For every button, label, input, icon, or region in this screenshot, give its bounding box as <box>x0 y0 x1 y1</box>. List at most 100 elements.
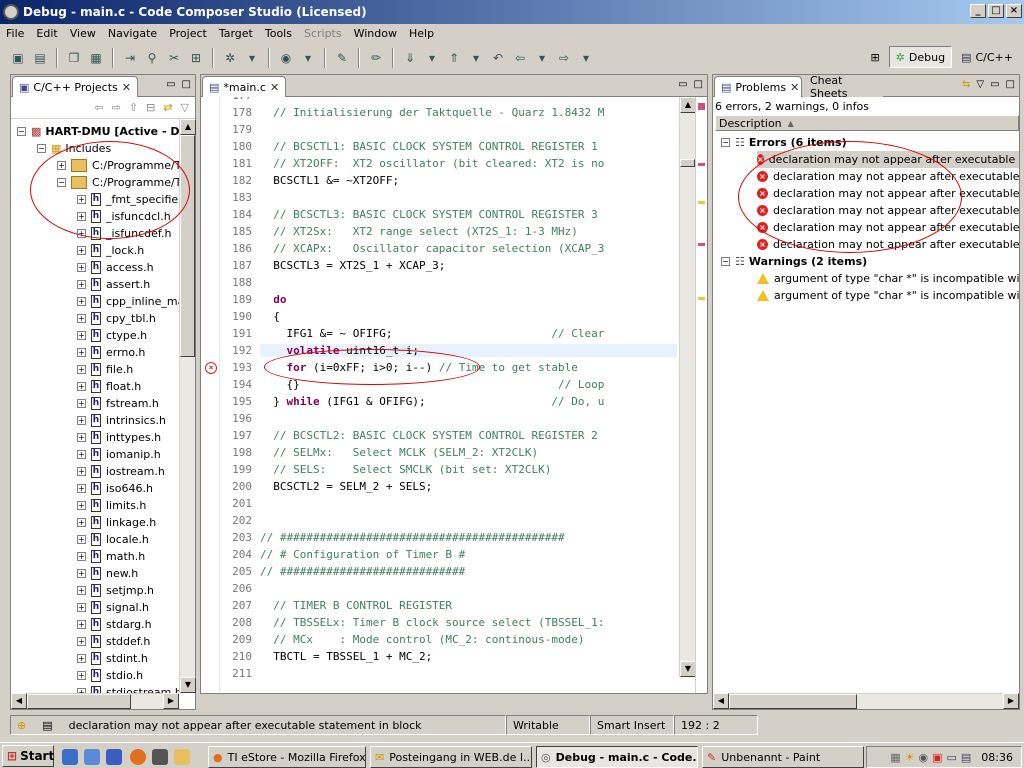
dropdown-icon[interactable]: ▾ <box>576 48 596 68</box>
header-file-node[interactable]: + h setjmp.h <box>77 582 154 599</box>
copy-icon[interactable]: ❐ <box>64 48 84 68</box>
header-file-node[interactable]: + h locale.h <box>77 531 149 548</box>
annotation-gutter[interactable]: × <box>201 97 220 693</box>
header-file-node[interactable]: + h iomanip.h <box>77 446 161 463</box>
header-file-node[interactable]: + h linkage.h <box>77 514 156 531</box>
menu-project[interactable]: Project <box>163 27 213 40</box>
code-line[interactable]: BCSCTL3 = XT2S_1 + XCAP_3; <box>260 259 445 272</box>
close-button[interactable]: × <box>1006 4 1022 18</box>
forward-icon[interactable]: ⇨ <box>554 48 574 68</box>
code-line[interactable]: // XT2Sx: XT2 range select (XT2S_1: 1-3 … <box>260 225 578 238</box>
collapse-toggle[interactable]: − <box>37 144 46 153</box>
expand-toggle[interactable]: + <box>77 671 86 680</box>
menu-window[interactable]: Window <box>348 27 403 40</box>
header-file-node[interactable]: + h float.h <box>77 378 141 395</box>
header-file-node[interactable]: + h ctype.h <box>77 327 147 344</box>
scroll-up-arrow[interactable]: ▲ <box>680 97 696 113</box>
expand-toggle[interactable]: + <box>77 195 86 204</box>
paste-icon[interactable]: ▦ <box>86 48 106 68</box>
task-webde[interactable]: ✉ Posteingang in WEB.de I... <box>370 746 532 768</box>
error-row[interactable]: × declaration may not appear after execut… <box>757 219 1019 236</box>
expand-toggle[interactable]: + <box>77 382 86 391</box>
editor-vscroll[interactable]: ▲ ▼ <box>679 97 696 677</box>
header-file-node[interactable]: + h _isfuncdcl.h <box>77 208 171 225</box>
start-button[interactable]: ⊞ Start <box>2 744 54 767</box>
code-line[interactable]: // XT2OFF: XT2 oscillator (bit cleared: … <box>260 157 604 170</box>
menu-view[interactable]: View <box>64 27 102 40</box>
column-header-description[interactable]: Description ▲ <box>715 115 1019 131</box>
error-row[interactable]: × declaration may not appear after execut… <box>757 168 1019 185</box>
overview-warning-marker[interactable] <box>698 201 705 204</box>
expand-toggle[interactable]: + <box>77 433 86 442</box>
maximize-icon[interactable]: □ <box>1006 79 1015 90</box>
scroll-up-arrow[interactable]: ▲ <box>180 119 196 135</box>
expand-toggle[interactable]: + <box>77 620 86 629</box>
scroll-right-arrow[interactable]: ▶ <box>1003 693 1019 709</box>
menu-scripts[interactable]: Scripts <box>298 27 348 40</box>
close-icon[interactable]: ✕ <box>270 81 279 94</box>
problems-hscroll[interactable]: ◀ ▶ <box>713 693 1019 709</box>
header-file-node[interactable]: + h stdiostream.h <box>77 684 179 693</box>
maximize-icon[interactable]: □ <box>182 79 191 90</box>
quicklaunch-icon[interactable] <box>174 749 190 765</box>
code-line[interactable]: // XCAPx: Oscillator capacitor selection… <box>260 242 604 255</box>
expand-toggle[interactable]: + <box>77 365 86 374</box>
header-file-node[interactable]: + h intrinsics.h <box>77 412 166 429</box>
tab-problems[interactable]: ▤ Problems ✕ <box>714 76 802 97</box>
run-icon[interactable]: ◉ <box>276 48 296 68</box>
dropdown-icon[interactable]: ▾ <box>242 48 262 68</box>
expand-toggle[interactable]: + <box>77 450 86 459</box>
task-paint[interactable]: ✎ Unbenannt - Paint <box>702 746 864 768</box>
grid-icon[interactable]: ⊞ <box>186 48 206 68</box>
tab-main-c[interactable]: ▤ *main.c ✕ <box>202 76 286 97</box>
close-icon[interactable]: ✕ <box>790 81 799 94</box>
expand-toggle[interactable]: + <box>77 586 86 595</box>
dropdown-icon[interactable]: ▾ <box>532 48 552 68</box>
code-line[interactable]: // TBSSELx: Timer B clock source select … <box>260 616 604 629</box>
warning-row[interactable]: argument of type "char *" is incompatibl… <box>757 270 1019 287</box>
back-icon[interactable]: ⇦ <box>510 48 530 68</box>
wand-icon[interactable]: ✎ <box>332 48 352 68</box>
code-line[interactable]: } while (IFG1 & OFIFG); // Do, u <box>260 395 604 408</box>
tray-monitor-icon[interactable]: ▭ <box>946 751 956 764</box>
link-editor-icon[interactable]: ⇄ <box>163 101 172 114</box>
last-edit-icon[interactable]: ↶ <box>488 48 508 68</box>
header-file-node[interactable]: + h inttypes.h <box>77 429 161 446</box>
header-file-node[interactable]: + h access.h <box>77 259 154 276</box>
minimize-button[interactable]: _ <box>970 4 986 18</box>
scroll-down-arrow[interactable]: ▼ <box>680 661 696 677</box>
expand-toggle[interactable]: + <box>77 348 86 357</box>
scroll-thumb[interactable] <box>27 694 131 709</box>
next-annotation-icon[interactable]: ⇓ <box>400 48 420 68</box>
expand-toggle[interactable]: + <box>77 603 86 612</box>
filter-icon[interactable]: ⇆ <box>962 79 970 90</box>
warning-row[interactable]: argument of type "char *" is incompatibl… <box>757 287 1019 304</box>
code-line[interactable]: {} // Loop <box>260 378 604 391</box>
code-line[interactable]: // BCSCTL3: BASIC CLOCK SYSTEM CONTROL R… <box>260 208 598 221</box>
header-file-node[interactable]: + h _isfuncdef.h <box>77 225 171 242</box>
overview-ruler[interactable] <box>695 97 707 693</box>
pencil-icon[interactable]: ✏ <box>366 48 386 68</box>
overview-error-marker[interactable] <box>698 163 705 166</box>
scroll-thumb[interactable] <box>680 159 695 167</box>
expand-toggle[interactable]: + <box>77 229 86 238</box>
menu-help[interactable]: Help <box>403 27 440 40</box>
include-path-node[interactable]: − C:/Programme/Te <box>57 174 179 191</box>
tray-icon[interactable]: ▤ <box>961 751 971 764</box>
expand-toggle[interactable]: + <box>77 297 86 306</box>
code-line[interactable]: BCSCTL1 &= ~XT2OFF; <box>260 174 399 187</box>
includes-node[interactable]: − ▦ Includes <box>37 140 111 157</box>
forward-icon[interactable]: ⇨ <box>112 101 121 114</box>
expand-toggle[interactable]: + <box>77 467 86 476</box>
tray-antivirus-icon[interactable]: ▣ <box>932 751 942 764</box>
minimize-icon[interactable]: ▭ <box>166 79 175 90</box>
menu-tools[interactable]: Tools <box>259 27 298 40</box>
code-line[interactable]: // SELMx: Select MCLK (SELM_2: XT2CLK) <box>260 446 538 459</box>
header-file-node[interactable]: + h fstream.h <box>77 395 159 412</box>
error-row[interactable]: × declaration may not appear after execut… <box>757 185 1019 202</box>
projects-hscroll[interactable]: ◀ ▶ <box>11 693 179 709</box>
header-file-node[interactable]: + h math.h <box>77 548 145 565</box>
expand-toggle[interactable]: + <box>77 637 86 646</box>
error-row[interactable]: × declaration may not appear after execut… <box>757 236 1019 253</box>
header-file-node[interactable]: + h signal.h <box>77 599 149 616</box>
